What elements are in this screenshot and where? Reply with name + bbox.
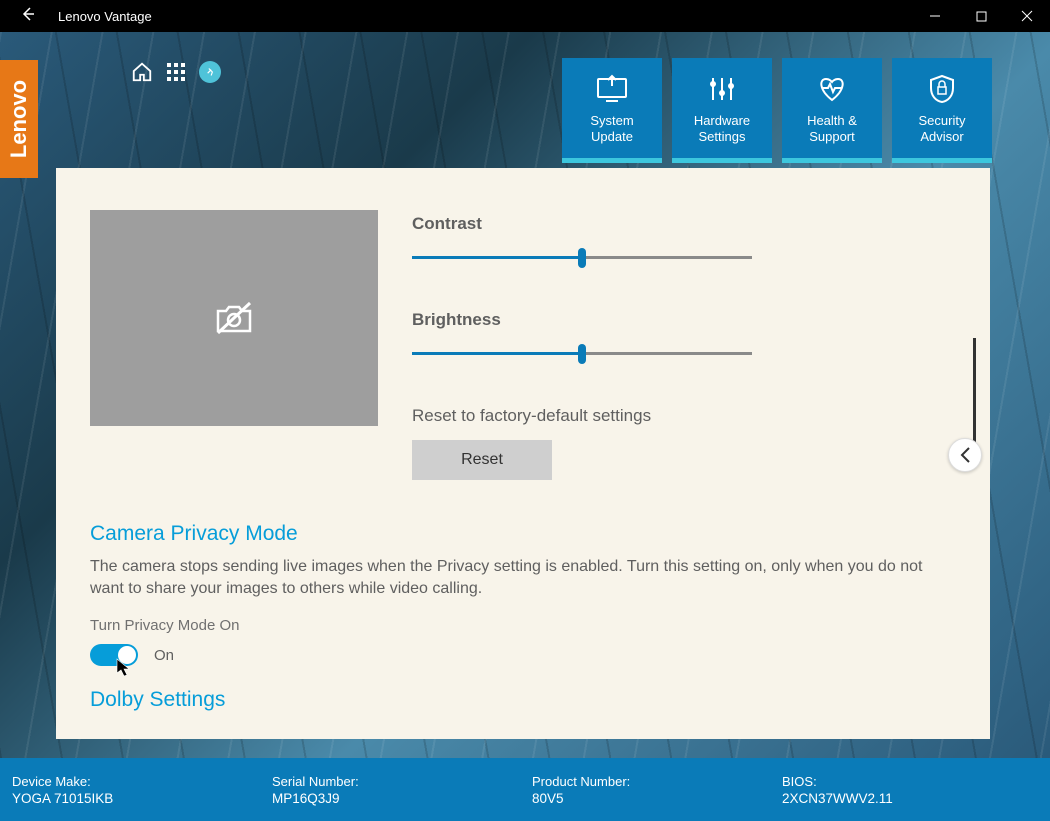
health-support-icon xyxy=(816,71,848,107)
serial-number-value: MP16Q3J9 xyxy=(272,791,532,806)
privacy-mode-title: Camera Privacy Mode xyxy=(90,522,956,546)
tile-health-support[interactable]: Health & Support xyxy=(782,58,882,158)
settings-panel: Contrast Brightness Reset to factory-def… xyxy=(56,168,990,739)
back-button[interactable] xyxy=(8,6,48,27)
hardware-settings-icon xyxy=(707,71,737,107)
privacy-toggle-label: Turn Privacy Mode On xyxy=(90,617,956,634)
tile-label: Security Advisor xyxy=(919,113,966,144)
tile-hardware-settings[interactable]: Hardware Settings xyxy=(672,58,772,158)
product-number-value: 80V5 xyxy=(532,791,782,806)
bios-value: 2XCN37WWV2.11 xyxy=(782,791,1038,806)
tile-label: Health & Support xyxy=(807,113,857,144)
maximize-button[interactable] xyxy=(958,0,1004,32)
security-advisor-icon xyxy=(928,71,956,107)
camera-preview xyxy=(90,210,378,426)
tile-security-advisor[interactable]: Security Advisor xyxy=(892,58,992,158)
dolby-settings-title: Dolby Settings xyxy=(90,688,956,712)
tile-label: Hardware Settings xyxy=(694,113,750,144)
tile-label: System Update xyxy=(590,113,633,144)
collapse-button[interactable] xyxy=(948,438,982,472)
contrast-slider[interactable] xyxy=(412,256,752,260)
device-make-value: YOGA 71015IKB xyxy=(12,791,272,806)
system-update-icon xyxy=(595,71,629,107)
minimize-button[interactable] xyxy=(912,0,958,32)
back-arrow-icon xyxy=(20,6,36,22)
close-button[interactable] xyxy=(1004,0,1050,32)
window-title: Lenovo Vantage xyxy=(58,9,152,24)
brightness-label: Brightness xyxy=(412,310,956,330)
status-footer: Device Make: YOGA 71015IKB Serial Number… xyxy=(0,758,1050,821)
serial-number-label: Serial Number: xyxy=(272,774,532,789)
titlebar: Lenovo Vantage xyxy=(0,0,1050,32)
bios-label: BIOS: xyxy=(782,774,1038,789)
privacy-mode-description: The camera stops sending live images whe… xyxy=(90,556,950,599)
reset-caption: Reset to factory-default settings xyxy=(412,406,956,426)
home-button[interactable] xyxy=(130,60,154,84)
nav-tiles: System Update Hardware Settings Health &… xyxy=(562,58,992,158)
camera-disabled-icon xyxy=(214,301,254,335)
privacy-toggle[interactable] xyxy=(90,644,138,666)
account-button[interactable] xyxy=(198,60,222,84)
reset-button[interactable]: Reset xyxy=(412,440,552,480)
contrast-label: Contrast xyxy=(412,214,956,234)
home-icon xyxy=(131,61,153,83)
user-circle-icon xyxy=(199,61,221,83)
product-number-label: Product Number: xyxy=(532,774,782,789)
lenovo-logo-text: Lenovo xyxy=(6,80,32,158)
privacy-toggle-state: On xyxy=(154,647,174,664)
brightness-slider[interactable] xyxy=(412,352,752,356)
scrollbar[interactable] xyxy=(973,338,976,448)
device-make-label: Device Make: xyxy=(12,774,272,789)
apps-button[interactable] xyxy=(164,60,188,84)
chevron-left-icon xyxy=(958,446,972,464)
lenovo-logo: Lenovo xyxy=(0,60,38,178)
grid-icon xyxy=(166,62,186,82)
tile-system-update[interactable]: System Update xyxy=(562,58,662,158)
